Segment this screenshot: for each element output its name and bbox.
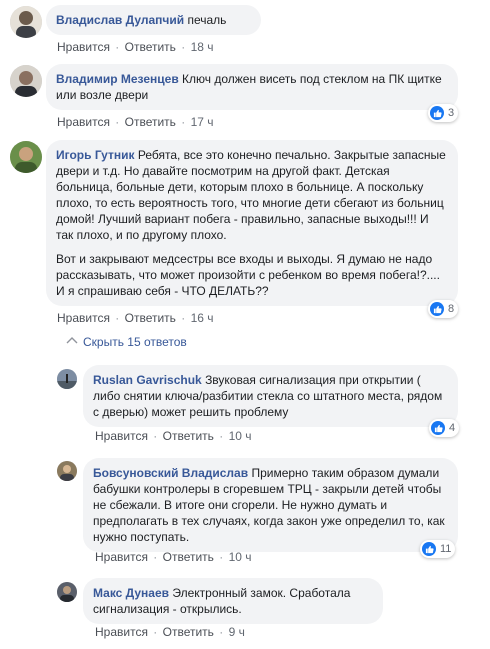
comment-author[interactable]: Владислав Дулапчий <box>56 13 184 27</box>
reaction-number: 3 <box>448 107 455 119</box>
reply-actions: Нравится · Ответить · 10 ч <box>95 550 252 564</box>
timestamp[interactable]: 17 ч <box>191 115 214 129</box>
separator: · <box>115 115 120 129</box>
avatar[interactable] <box>57 582 77 602</box>
like-link[interactable]: Нравится <box>95 429 148 443</box>
thumbs-up-icon <box>422 542 436 556</box>
comment-bubble: Игорь Гутник Ребята, все это конечно печ… <box>46 140 458 306</box>
comment-paragraph: Игорь Гутник Ребята, все это конечно печ… <box>56 147 447 243</box>
comment-bubble: Владислав Дулапчий печаль <box>46 5 261 35</box>
reaction-count[interactable]: 11 <box>420 540 456 558</box>
reaction-number: 11 <box>440 543 452 555</box>
reaction-number: 8 <box>448 303 455 315</box>
reply-link[interactable]: Ответить <box>125 40 176 54</box>
thumbs-up-icon <box>431 421 445 435</box>
reply-link[interactable]: Ответить <box>163 625 214 639</box>
separator: · <box>153 429 158 443</box>
separator: · <box>219 550 224 564</box>
comment-author[interactable]: Владимир Мезенцев <box>56 72 179 86</box>
thumbs-up-icon <box>430 106 444 120</box>
separator: · <box>115 40 120 54</box>
avatar[interactable] <box>10 141 42 173</box>
reply-bubble: Ruslan Gavrischuk Звуковая сигнализация … <box>83 365 458 427</box>
comment-author[interactable]: Игорь Гутник <box>56 148 135 162</box>
separator: · <box>115 311 120 325</box>
reply-link[interactable]: Ответить <box>125 311 176 325</box>
reply-link[interactable]: Ответить <box>125 115 176 129</box>
avatar[interactable] <box>10 6 42 38</box>
avatar[interactable] <box>57 461 77 481</box>
reply-link[interactable]: Ответить <box>163 550 214 564</box>
hide-replies-link[interactable]: Скрыть 15 ответов <box>66 335 187 349</box>
timestamp[interactable]: 18 ч <box>191 40 214 54</box>
like-link[interactable]: Нравится <box>95 550 148 564</box>
reply-link[interactable]: Ответить <box>163 429 214 443</box>
avatar[interactable] <box>57 369 77 389</box>
reply-author[interactable]: Бовсуновский Владислав <box>93 466 248 480</box>
comment-text: Ребята, все это конечно печально. Закрыт… <box>56 148 446 242</box>
reaction-number: 4 <box>449 422 456 434</box>
like-link[interactable]: Нравится <box>95 625 148 639</box>
reply-actions: Нравится · Ответить · 9 ч <box>95 625 245 639</box>
separator: · <box>153 550 158 564</box>
thumbs-up-icon <box>430 302 444 316</box>
separator: · <box>219 625 224 639</box>
reply-bubble: Макс Дунаев Электронный замок. Сработала… <box>83 578 383 624</box>
comment-text: печаль <box>187 13 227 27</box>
separator: · <box>181 115 186 129</box>
reply-author[interactable]: Ruslan Gavrischuk <box>93 373 202 387</box>
reaction-count[interactable]: 8 <box>428 300 459 318</box>
like-link[interactable]: Нравится <box>57 40 110 54</box>
comment-actions: Нравится · Ответить · 18 ч <box>57 40 214 54</box>
like-link[interactable]: Нравится <box>57 115 110 129</box>
reaction-count[interactable]: 3 <box>428 104 459 122</box>
comment-actions: Нравится · Ответить · 16 ч <box>57 311 214 325</box>
separator: · <box>153 625 158 639</box>
hide-replies-label[interactable]: Скрыть 15 ответов <box>83 335 187 349</box>
reaction-count[interactable]: 4 <box>429 419 460 437</box>
comment-bubble: Владимир Мезенцев Ключ должен висеть под… <box>46 64 458 110</box>
timestamp[interactable]: 10 ч <box>229 429 252 443</box>
reply-arrow-icon <box>66 337 78 344</box>
timestamp[interactable]: 16 ч <box>191 311 214 325</box>
timestamp[interactable]: 9 ч <box>229 625 245 639</box>
separator: · <box>181 311 186 325</box>
separator: · <box>219 429 224 443</box>
comment-text-2: Вот и закрывают медсестры все входы и вы… <box>56 252 440 298</box>
reply-bubble: Бовсуновский Владислав Примерно таким об… <box>83 458 458 552</box>
timestamp[interactable]: 10 ч <box>229 550 252 564</box>
separator: · <box>181 40 186 54</box>
like-link[interactable]: Нравится <box>57 311 110 325</box>
comment-actions: Нравится · Ответить · 17 ч <box>57 115 214 129</box>
avatar[interactable] <box>10 65 42 97</box>
reply-author[interactable]: Макс Дунаев <box>93 586 169 600</box>
reply-actions: Нравится · Ответить · 10 ч <box>95 429 252 443</box>
